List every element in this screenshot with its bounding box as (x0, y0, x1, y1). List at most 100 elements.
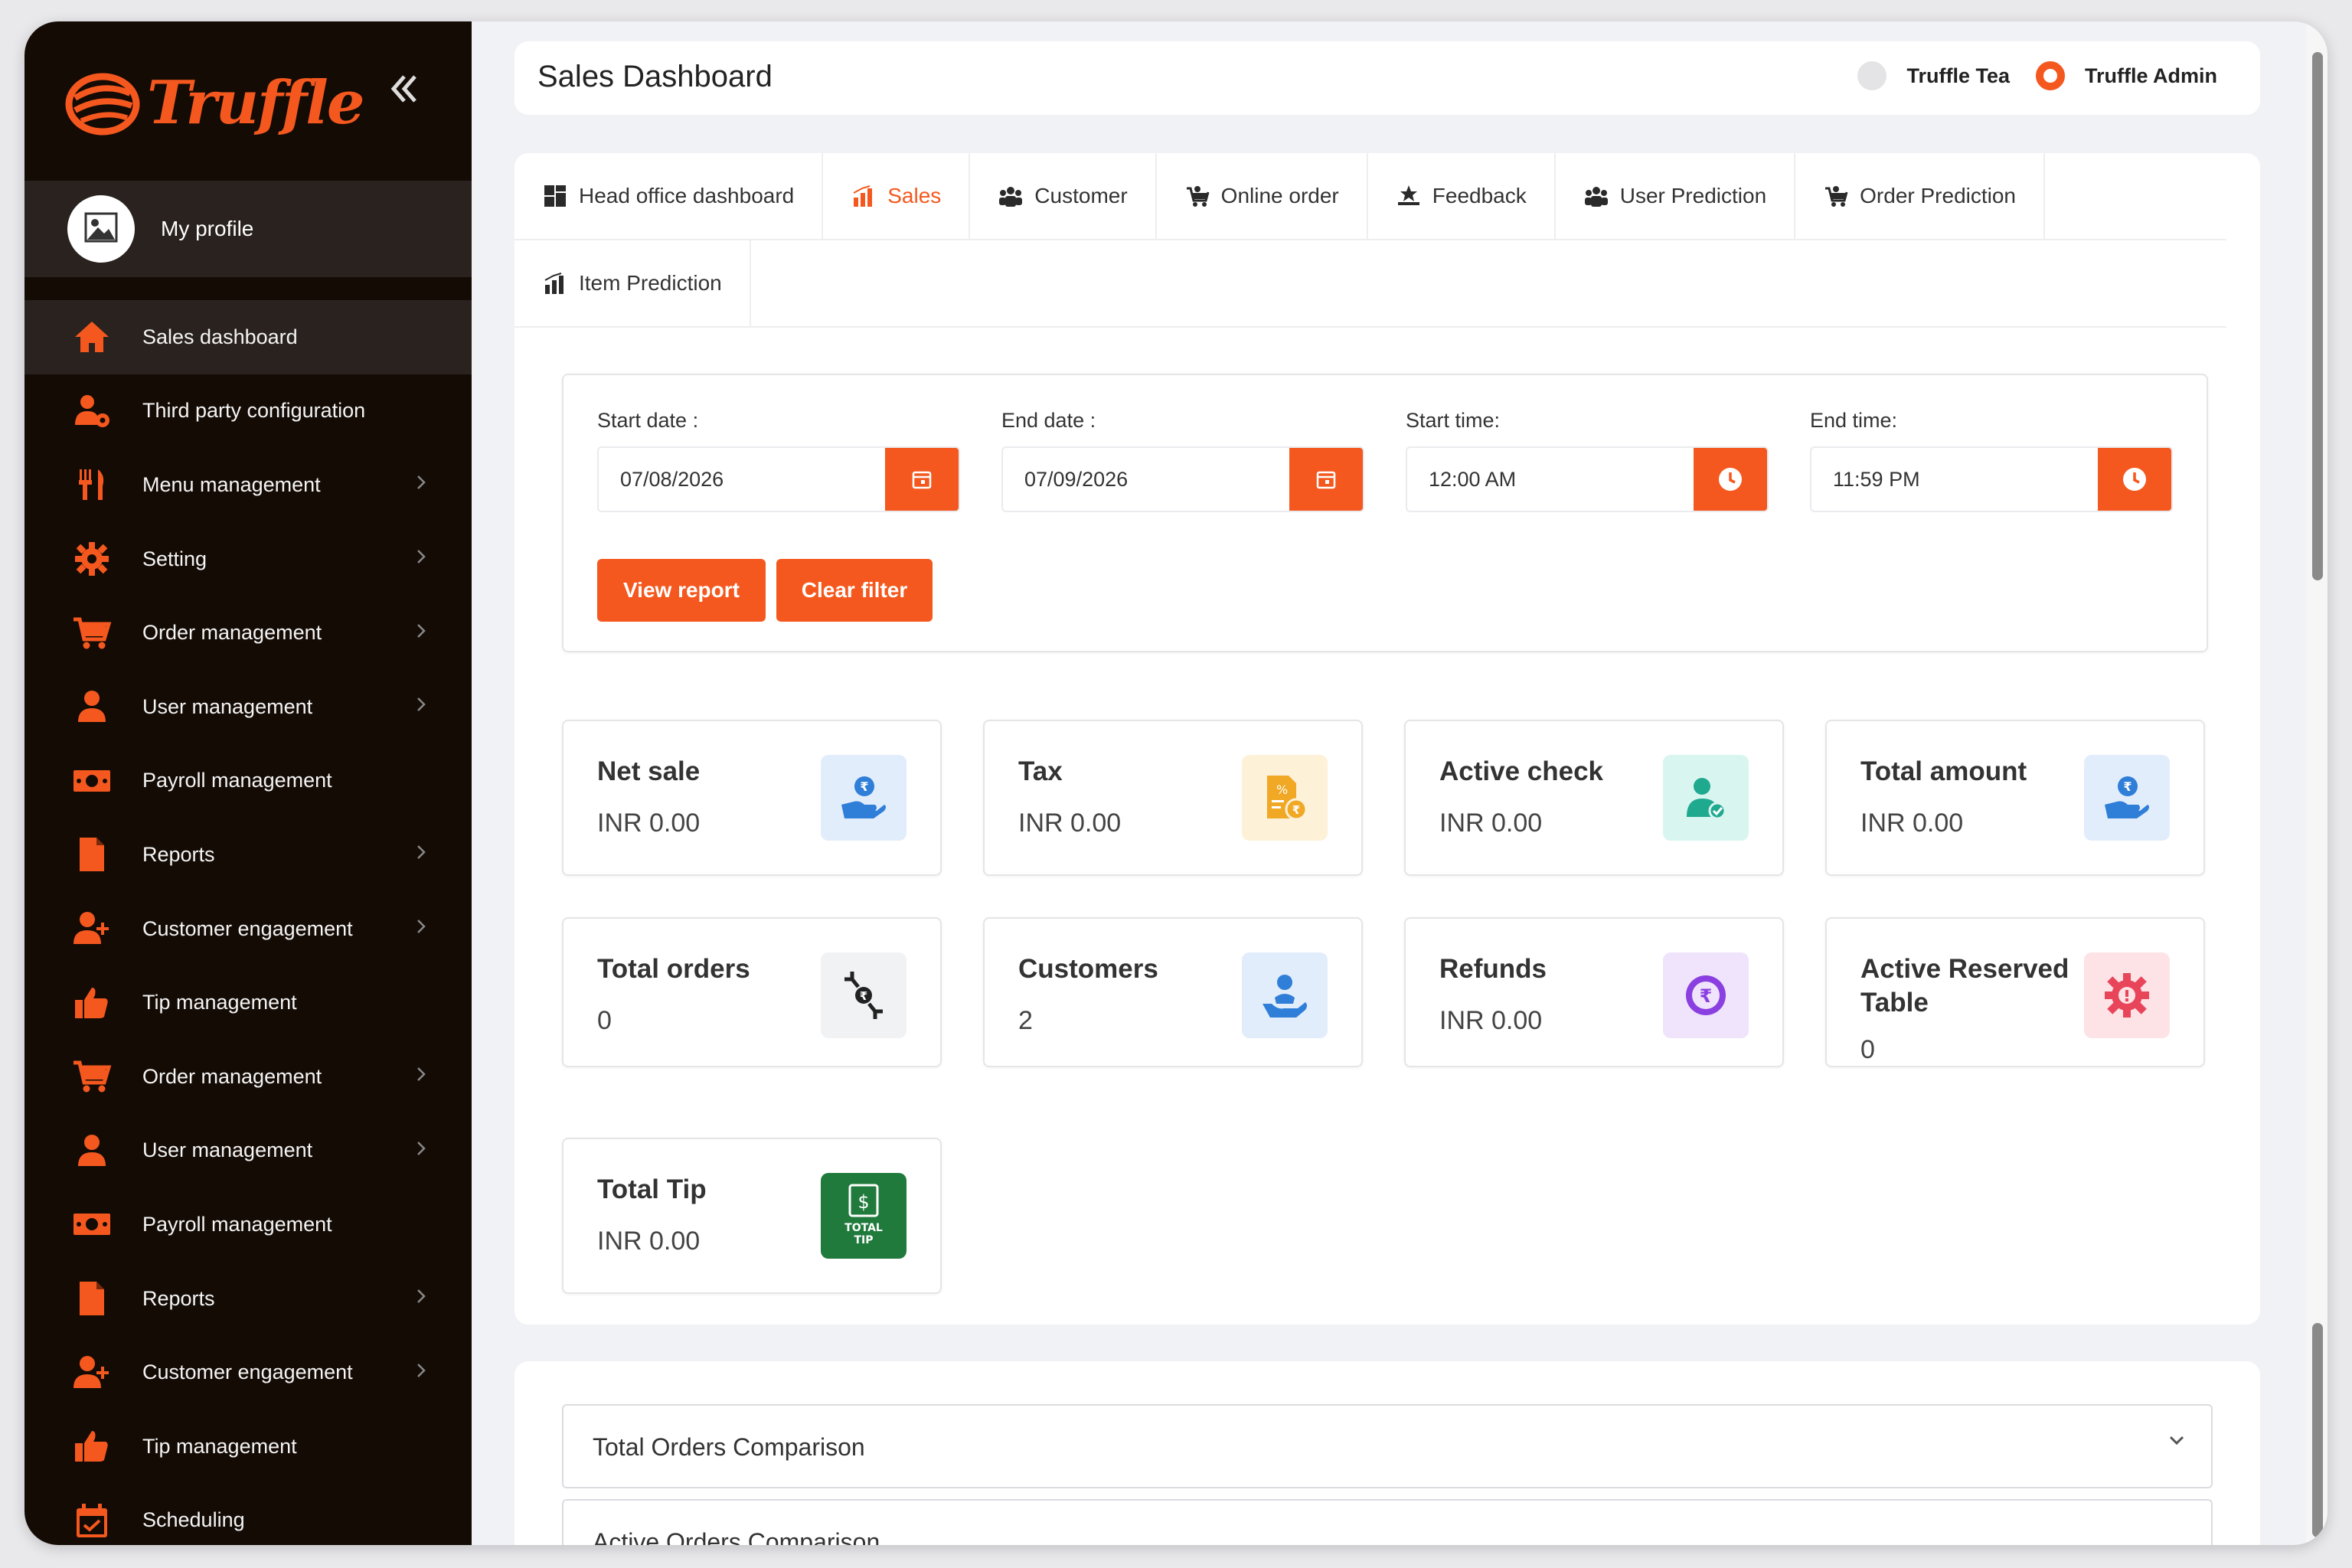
clear-filter-button[interactable]: Clear filter (776, 559, 933, 622)
sidebar-item-label: Setting (142, 547, 207, 570)
stat-card-total-orders: Total orders 0 ₹ (562, 917, 942, 1067)
tab-user-prediction[interactable]: User Prediction (1556, 153, 1796, 239)
start-time-input[interactable]: 12:00 AM (1406, 446, 1769, 512)
cutlery-icon (69, 463, 115, 506)
clock-icon (2123, 468, 2146, 491)
tab-head-office-dashboard[interactable]: Head office dashboard (514, 153, 824, 239)
page-title: Sales Dashboard (537, 60, 773, 93)
tab-item-prediction[interactable]: Item Prediction (514, 240, 751, 326)
sidebar-item-order-management[interactable]: Order management (24, 1040, 472, 1114)
my-profile-link[interactable]: My profile (24, 181, 472, 277)
sidebar-item-setting[interactable]: Setting (24, 522, 472, 596)
brand-logo[interactable]: Truffle (64, 67, 365, 138)
sidebar-item-label: User management (142, 1138, 313, 1162)
start-date-value[interactable]: 07/08/2026 (599, 468, 885, 492)
sidebar-item-payroll-management[interactable]: Payroll management (24, 1187, 472, 1262)
end-time-value[interactable]: 11:59 PM (1811, 468, 2098, 492)
sidebar-item-user-management[interactable]: User management (24, 670, 472, 744)
sidebar-item-payroll-management[interactable]: Payroll management (24, 744, 472, 818)
app-window: Truffle My profile Sales dashboard Third … (24, 21, 2328, 1545)
tab-sales[interactable]: Sales (823, 153, 971, 239)
tab-label: User Prediction (1619, 184, 1767, 207)
accordion-title: Total Orders Comparison (593, 1433, 865, 1461)
sidebar-item-user-management[interactable]: User management (24, 1114, 472, 1188)
thumbs-up-icon (69, 982, 115, 1024)
end-date-picker-button[interactable] (1289, 448, 1363, 511)
chevron-right-icon (413, 472, 429, 498)
tax-document-icon: % ₹ (1242, 755, 1328, 841)
file-icon (69, 1277, 115, 1320)
accordion-active-orders-comparison[interactable]: Active Orders Comparison (562, 1499, 2213, 1545)
end-date-value[interactable]: 07/09/2026 (1003, 468, 1289, 492)
stat-value: INR 0.00 (1018, 808, 1122, 838)
sidebar-item-label: Third party configuration (142, 399, 366, 423)
radio-truffle-admin[interactable] (2036, 61, 2065, 90)
sidebar-item-reports[interactable]: Reports (24, 818, 472, 892)
collapse-sidebar-button[interactable] (381, 69, 427, 115)
user-icon (69, 685, 115, 728)
stat-title: Total amount (1860, 756, 2027, 786)
chevron-right-icon (413, 916, 429, 942)
tab-label: Sales (887, 184, 942, 207)
sidebar-item-reports[interactable]: Reports (24, 1262, 472, 1336)
accordion-title: Active Orders Comparison (593, 1528, 880, 1545)
user-check-icon (1663, 755, 1749, 841)
svg-text:$: $ (858, 1191, 869, 1213)
profile-label: My profile (161, 217, 254, 240)
stat-value: 0 (597, 1006, 612, 1035)
stars-icon (1396, 183, 1422, 209)
end-time-input[interactable]: 11:59 PM (1810, 446, 2173, 512)
view-report-button[interactable]: View report (597, 559, 766, 622)
radio-label-truffle-tea[interactable]: Truffle Tea (1906, 64, 2010, 88)
refund-icon: ₹ (1663, 952, 1749, 1038)
stat-value: INR 0.00 (1439, 808, 1543, 838)
end-date-input[interactable]: 07/09/2026 (1001, 446, 1364, 512)
file-icon (69, 833, 115, 876)
stat-value: INR 0.00 (1439, 1006, 1543, 1035)
start-time-value[interactable]: 12:00 AM (1407, 468, 1694, 492)
sidebar-item-tip-management[interactable]: Tip management (24, 1410, 472, 1484)
dashboard-panel: Head office dashboard Sales Customer Online… (514, 153, 2260, 1325)
start-date-input[interactable]: 07/08/2026 (597, 446, 960, 512)
sidebar-item-label: Tip management (142, 1434, 297, 1458)
stat-card-refunds: Refunds INR 0.00 ₹ (1404, 917, 1784, 1067)
cart-icon (69, 1055, 115, 1098)
svg-text:₹: ₹ (860, 779, 868, 794)
accordion-total-orders-comparison[interactable]: Total Orders Comparison (562, 1404, 2213, 1488)
sidebar-item-sales-dashboard[interactable]: Sales dashboard (24, 300, 472, 374)
tab-online-order[interactable]: Online order (1157, 153, 1368, 239)
start-date-picker-button[interactable] (885, 448, 959, 511)
tab-feedback[interactable]: Feedback (1368, 153, 1556, 239)
scrollbar-thumb[interactable] (2312, 52, 2323, 580)
brand-name: Truffle (147, 67, 365, 138)
stat-title: Active check (1439, 756, 1604, 786)
sidebar-item-order-management[interactable]: Order management (24, 596, 472, 670)
sidebar-item-label: Menu management (142, 472, 321, 496)
tab-customer[interactable]: Customer (970, 153, 1157, 239)
sidebar-item-third-party-configuration[interactable]: Third party configuration (24, 374, 472, 449)
radio-truffle-tea[interactable] (1857, 61, 1887, 90)
sidebar-item-label: Order management (142, 621, 322, 645)
calendar-icon (912, 471, 932, 489)
start-time-picker-button[interactable] (1694, 448, 1767, 511)
stat-value: INR 0.00 (1860, 808, 1964, 838)
tab-row: Head office dashboard Sales Customer Online… (514, 153, 2226, 240)
sidebar-item-customer-engagement[interactable]: Customer engagement (24, 892, 472, 966)
scrollbar-thumb-lower[interactable] (2312, 1323, 2323, 1537)
svg-text:₹: ₹ (1292, 803, 1300, 817)
tab-order-prediction[interactable]: Order Prediction (1795, 153, 2046, 239)
svg-text:TOTAL: TOTAL (844, 1222, 883, 1234)
radio-label-truffle-admin[interactable]: Truffle Admin (2085, 64, 2217, 88)
sidebar-item-menu-management[interactable]: Menu management (24, 448, 472, 522)
sidebar-item-scheduling[interactable]: Scheduling (24, 1484, 472, 1546)
end-time-picker-button[interactable] (2098, 448, 2171, 511)
sidebar-item-customer-engagement[interactable]: Customer engagement (24, 1335, 472, 1410)
page-scrollbar[interactable] (2306, 21, 2328, 1545)
cart-user-icon (1823, 183, 1849, 209)
stat-title: Tax (1018, 756, 1063, 786)
stat-value: INR 0.00 (597, 808, 701, 838)
sidebar-item-tip-management[interactable]: Tip management (24, 965, 472, 1040)
chevron-right-icon (413, 1138, 429, 1164)
stat-title: Refunds (1439, 954, 1547, 984)
start-time-field: Start time: 12:00 AM (1406, 409, 1769, 512)
